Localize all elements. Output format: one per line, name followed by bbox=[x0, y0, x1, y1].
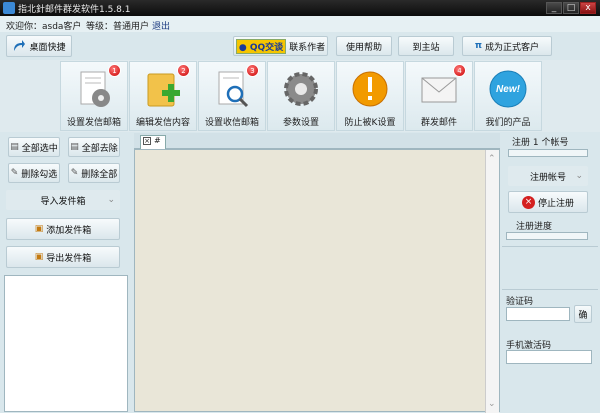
help-button[interactable]: 使用帮助 bbox=[336, 36, 392, 56]
register-count-progress bbox=[508, 149, 588, 157]
tab-label: # bbox=[154, 136, 161, 145]
select-all-button[interactable]: ▤ 全部选中 bbox=[8, 137, 60, 157]
gear-icon bbox=[280, 68, 322, 110]
mail-icon: 4 bbox=[418, 64, 466, 110]
step-badge-4: 4 bbox=[453, 64, 466, 77]
chevron-down-icon: ⌄ bbox=[575, 171, 583, 181]
tool-label: 群发邮件 bbox=[420, 118, 457, 128]
register-progress-label: 注册进度 bbox=[516, 222, 553, 232]
deselect-all-button[interactable]: ▤ 全部去除 bbox=[68, 137, 120, 157]
close-icon[interactable]: × bbox=[143, 137, 151, 145]
tab-strip: × # bbox=[134, 133, 500, 149]
tab-main[interactable]: × # bbox=[140, 135, 166, 149]
captcha-confirm-button[interactable]: 确 bbox=[574, 305, 592, 323]
sms-code-input[interactable] bbox=[506, 350, 592, 364]
step-badge-1: 1 bbox=[108, 64, 121, 77]
export-mailbox-icon: ▣ bbox=[34, 252, 44, 262]
tool-label: 参数设置 bbox=[282, 118, 319, 128]
gear-document-icon: 1 bbox=[73, 64, 121, 110]
export-outbox-button[interactable]: ▣ 导出发件箱 bbox=[6, 246, 120, 268]
register-account-label: 注册帐号 bbox=[529, 172, 566, 183]
register-log-area bbox=[502, 246, 598, 290]
delete-all-label: 删除全部 bbox=[81, 169, 118, 180]
content-area[interactable]: ⌃ ⌄ bbox=[134, 149, 500, 413]
delete-all-button[interactable]: ✎ 删除全部 bbox=[68, 163, 120, 183]
desktop-shortcut-button[interactable]: 桌面快捷 bbox=[6, 35, 72, 57]
upgrade-button[interactable]: π 成为正式客户 bbox=[462, 36, 552, 56]
title-bar: 指北針邮件群发软件1.5.8.1 _ □ x bbox=[0, 0, 600, 16]
step-badge-3: 3 bbox=[246, 64, 259, 77]
add-mailbox-icon: ▣ bbox=[34, 224, 44, 234]
delete-checked-label: 删除勾选 bbox=[21, 169, 58, 180]
qq-penguin-icon: ● bbox=[238, 42, 247, 53]
scroll-up-icon[interactable]: ⌃ bbox=[488, 154, 496, 164]
shortcut-arrow-icon bbox=[14, 40, 26, 51]
pi-icon: π bbox=[474, 41, 483, 51]
deselect-all-label: 全部去除 bbox=[81, 143, 118, 154]
edit-document-icon: 2 bbox=[142, 64, 190, 110]
captcha-input[interactable] bbox=[506, 307, 570, 321]
warning-icon bbox=[349, 68, 391, 110]
register-count-label: 注册 1 个帐号 bbox=[512, 138, 569, 148]
window-title: 指北針邮件群发软件1.5.8.1 bbox=[18, 5, 131, 15]
tool-label: 设置发信邮箱 bbox=[66, 118, 121, 128]
maximize-button[interactable]: □ bbox=[563, 2, 579, 14]
outbox-list[interactable] bbox=[4, 275, 128, 412]
add-outbox-label: 添加发件箱 bbox=[46, 225, 92, 236]
tool-send-mail[interactable]: 4 群发邮件 bbox=[405, 61, 473, 131]
checklist-icon: ▤ bbox=[70, 142, 79, 152]
import-outbox-dropdown[interactable]: 导入发件箱 ⌄ bbox=[6, 190, 120, 210]
tool-parameter-settings[interactable]: 参数设置 bbox=[267, 61, 335, 131]
checklist-icon: ▤ bbox=[10, 142, 19, 152]
tool-edit-content[interactable]: 2 编辑发信内容 bbox=[129, 61, 197, 131]
tool-set-sender-mailbox[interactable]: 1 设置发信邮箱 bbox=[60, 61, 128, 131]
qq-chat-label: QQ交谈 bbox=[249, 42, 284, 53]
tool-label: 我们的产品 bbox=[485, 118, 531, 128]
delete-checked-button[interactable]: ✎ 删除勾选 bbox=[8, 163, 60, 183]
step-badge-2: 2 bbox=[177, 64, 190, 77]
stop-register-button[interactable]: × 停止注册 bbox=[508, 191, 588, 213]
stop-icon: × bbox=[521, 195, 535, 209]
new-badge-icon: New! bbox=[487, 68, 529, 110]
app-icon bbox=[3, 2, 15, 14]
chevron-down-icon: ⌄ bbox=[107, 195, 115, 205]
tool-set-recipient-mailbox[interactable]: 3 设置收信邮箱 bbox=[198, 61, 266, 131]
tool-anti-block-settings[interactable]: 防止被K设置 bbox=[336, 61, 404, 131]
stop-register-label: 停止注册 bbox=[537, 198, 574, 209]
desktop-shortcut-label: 桌面快捷 bbox=[29, 42, 66, 53]
user-level-text: 等级：普通用户 bbox=[86, 22, 150, 32]
register-account-dropdown[interactable]: 注册帐号 ⌄ bbox=[508, 166, 588, 186]
minimize-button[interactable]: _ bbox=[546, 2, 562, 14]
contact-author-button[interactable]: ● QQ交谈 联系作者 bbox=[233, 36, 328, 56]
register-progress-bar bbox=[506, 232, 588, 240]
logout-link[interactable]: 退出 bbox=[152, 19, 170, 32]
contact-author-label: 联系作者 bbox=[289, 42, 326, 53]
eraser-icon: ✎ bbox=[10, 168, 19, 178]
svg-text:New!: New! bbox=[496, 84, 521, 95]
eraser-icon: ✎ bbox=[70, 168, 79, 178]
tool-label: 防止被K设置 bbox=[344, 118, 396, 128]
tool-our-products[interactable]: New! 我们的产品 bbox=[474, 61, 542, 131]
welcome-text: 欢迎你：asda客户 bbox=[6, 22, 82, 32]
qq-chat-badge: ● QQ交谈 bbox=[235, 38, 287, 54]
home-site-button[interactable]: 到主站 bbox=[398, 36, 454, 56]
search-document-icon: 3 bbox=[211, 64, 259, 110]
vertical-scrollbar[interactable]: ⌃ ⌄ bbox=[485, 150, 499, 413]
add-outbox-button[interactable]: ▣ 添加发件箱 bbox=[6, 218, 120, 240]
tool-label: 设置收信邮箱 bbox=[204, 118, 259, 128]
import-outbox-label: 导入发件箱 bbox=[40, 196, 86, 207]
tool-label: 编辑发信内容 bbox=[135, 118, 190, 128]
select-all-label: 全部选中 bbox=[21, 143, 58, 154]
scroll-down-icon[interactable]: ⌄ bbox=[488, 399, 496, 409]
upgrade-label: 成为正式客户 bbox=[485, 42, 540, 53]
export-outbox-label: 导出发件箱 bbox=[46, 253, 92, 264]
user-info-bar: 欢迎你：asda客户 等级：普通用户 退出 bbox=[0, 16, 600, 32]
captcha-label: 验证码 bbox=[506, 297, 534, 307]
close-button[interactable]: x bbox=[580, 2, 596, 14]
